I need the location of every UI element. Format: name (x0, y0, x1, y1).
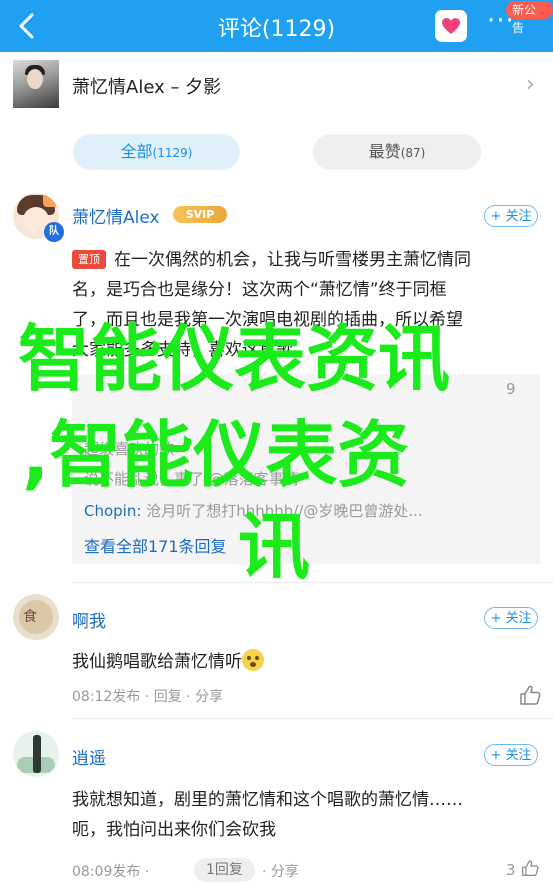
reply-item[interactable]: 说不能乱说，事了 @落落客事情 (84, 468, 530, 489)
divider (72, 718, 553, 719)
comment-text: 在一次偶然的机会，让我与听雪楼男主萧忆情同 名，是巧合也是缘分！这次两个“萧忆情… (72, 250, 471, 360)
avatar[interactable] (13, 731, 59, 777)
follow-button[interactable]: + 关注 (484, 205, 538, 227)
comment-meta: 08:12发布 · 回复 · 分享 (72, 689, 224, 705)
username[interactable]: 逍遥 (72, 744, 106, 769)
reply-count-button[interactable]: 1回复 (194, 858, 255, 882)
album-cover (13, 60, 59, 108)
svip-badge: SVIP (173, 206, 227, 223)
favorite-button[interactable] (435, 10, 467, 42)
share-link[interactable]: 分享 (271, 864, 299, 880)
chevron-right-icon: › (526, 72, 535, 97)
top-nav-bar: 评论(1129) ··· 新公告 (0, 0, 553, 52)
reply-link[interactable]: 回复 (154, 689, 182, 705)
username[interactable]: 啊我 (72, 607, 106, 632)
surprised-emoji-icon (242, 649, 264, 671)
reply-preview-box: 超级喜欢的歌 说不能乱说，事了 @落落客事情 Chopin: 沧月听了想打hhh… (72, 374, 540, 564)
like-count: 9 (506, 380, 516, 398)
share-link-wrap: · 分享 (262, 864, 299, 880)
divider (72, 582, 553, 583)
tab-all[interactable]: 全部(1129) (73, 134, 240, 170)
view-all-replies-link[interactable]: 查看全部171条回复 (84, 533, 227, 557)
follow-button[interactable]: + 关注 (484, 744, 538, 766)
avatar[interactable]: 食 (13, 594, 59, 640)
reply-item[interactable]: Chopin: 沧月听了想打hhhhhh//@岁晚巴曾游处... (84, 500, 530, 521)
comment-meta: 08:09发布 · (72, 864, 150, 880)
new-announcement-badge: 新公告 (506, 1, 553, 35)
song-header[interactable]: 萧忆情Alex – 夕影 › (0, 52, 553, 119)
tab-top[interactable]: 最赞(87) (313, 134, 481, 170)
like-count: 3 (506, 861, 516, 879)
comment-text: 我就想知道，剧里的萧忆情和这个唱歌的萧忆情…… 呃，我怕问出来你们会砍我 (72, 790, 463, 840)
heart-icon (442, 18, 460, 34)
share-link[interactable]: 分享 (195, 689, 223, 705)
comment-tabs: 全部(1129) 最赞(87) (0, 118, 553, 190)
song-title: 萧忆情Alex – 夕影 (72, 77, 222, 98)
team-badge: 队 (44, 222, 64, 242)
reply-item[interactable]: 超级喜欢的歌 (84, 438, 530, 459)
thumbs-up-icon[interactable] (519, 684, 541, 706)
comment-text: 我仙鹅唱歌给萧忆情听 (72, 647, 540, 677)
follow-button[interactable]: + 关注 (484, 607, 538, 629)
page-title: 评论(1129) (217, 17, 336, 42)
username[interactable]: 萧忆情Alex (72, 203, 160, 228)
thumbs-up-icon[interactable] (521, 859, 539, 877)
